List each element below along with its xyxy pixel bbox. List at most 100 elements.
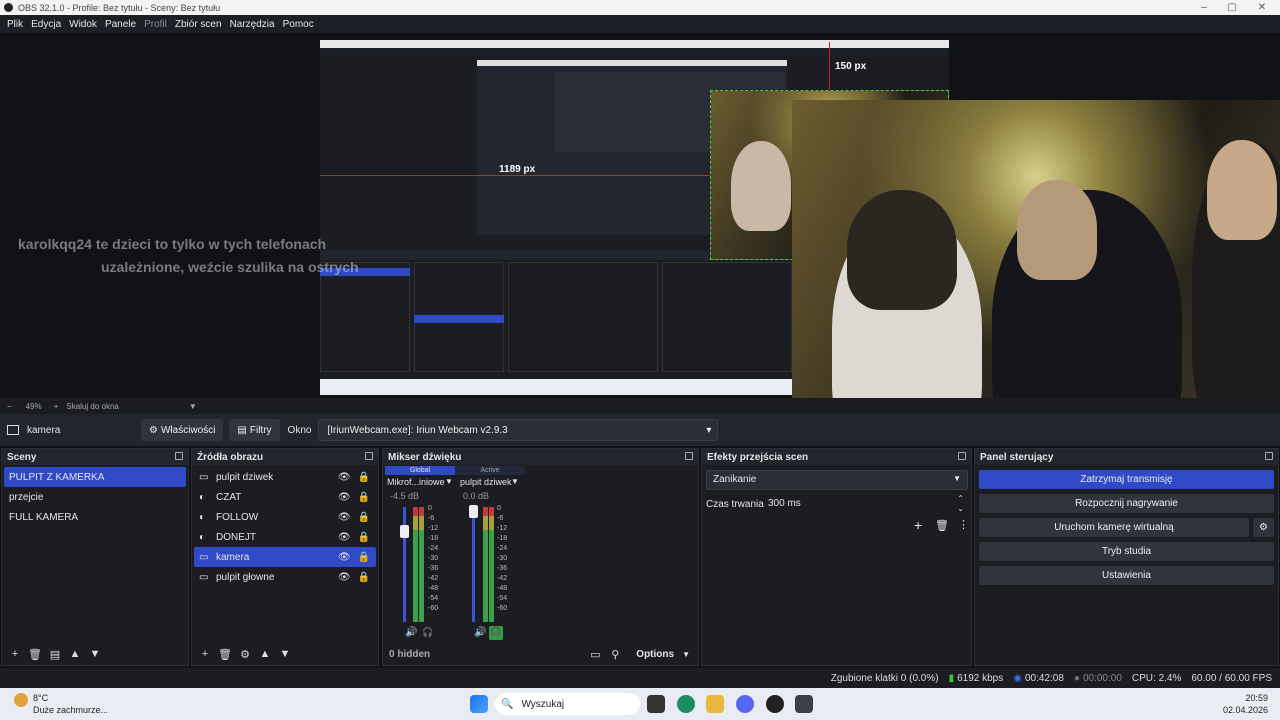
scale-mode[interactable]: Skaluj do okna <box>66 402 118 411</box>
meter-scale: 0 -6 -12 -18 -24 -30 -36 -42 -48 -54 -60 <box>497 505 508 612</box>
lock-icon[interactable]: 🔒 <box>358 552 370 563</box>
eye-icon[interactable]: 👁 <box>338 532 351 543</box>
source-item[interactable]: ▭ pulpit dziwek 👁 🔒 <box>194 467 376 487</box>
link-icon[interactable]: ⚲ <box>608 647 622 661</box>
source-item[interactable]: ▭ kamera 👁 🔒 <box>194 547 376 567</box>
close-icon[interactable]: ✕ <box>1248 0 1276 15</box>
tab-active[interactable]: Active <box>455 466 525 475</box>
obs-app-icon[interactable] <box>766 695 784 713</box>
eye-icon[interactable]: 👁 <box>338 472 351 483</box>
discord-icon[interactable] <box>736 695 754 713</box>
guide-horizontal <box>320 175 710 176</box>
add-icon[interactable]: + <box>198 647 212 661</box>
duration-input[interactable]: 300 ms ⌃ ⌄ <box>764 494 968 514</box>
eye-icon[interactable]: 👁 <box>338 512 351 523</box>
menu-widok[interactable]: Widok <box>65 19 101 30</box>
popout-icon[interactable] <box>175 452 183 460</box>
tab-global[interactable]: Global <box>385 466 455 475</box>
zoom-in-icon[interactable]: + <box>54 402 59 411</box>
popout-icon[interactable] <box>685 452 693 460</box>
record-icon: ● <box>1073 672 1080 684</box>
lock-icon[interactable]: 🔒 <box>358 572 370 583</box>
lock-icon[interactable]: 🔒 <box>358 492 370 503</box>
menu-edycja[interactable]: Edycja <box>27 19 65 30</box>
headphones-icon[interactable]: 🎧 <box>422 627 433 638</box>
eye-icon[interactable]: 👁 <box>338 572 351 583</box>
speaker-icon[interactable]: 🔊 <box>474 627 486 638</box>
windows-start-icon[interactable] <box>470 695 488 713</box>
weather-icon[interactable] <box>14 693 28 707</box>
search-box[interactable]: 🔍 Wyszukaj <box>495 693 640 715</box>
file-explorer-icon[interactable] <box>706 695 724 713</box>
filters-button[interactable]: ▤ Filtry <box>229 419 280 441</box>
chevron-down-icon[interactable]: ▼ <box>511 477 519 486</box>
headphones-icon[interactable]: 🎧 <box>489 626 503 640</box>
scene-item[interactable]: FULL KAMERA <box>4 507 186 527</box>
stepper-icon[interactable]: ⌃ ⌄ <box>957 494 964 514</box>
task-view-icon[interactable] <box>647 695 665 713</box>
studio-mode-button[interactable]: Tryb studia <box>979 542 1274 561</box>
source-item[interactable]: ▭ pulpit głowne 👁 🔒 <box>194 567 376 587</box>
layout-icon[interactable]: ▭ <box>588 647 602 661</box>
lock-icon[interactable]: 🔒 <box>358 532 370 543</box>
eye-icon[interactable]: 👁 <box>338 552 351 563</box>
virtual-camera-button[interactable]: Uruchom kamerę wirtualną <box>979 518 1249 537</box>
scene-item[interactable]: PULPIT Z KAMERKA <box>4 467 186 487</box>
obs-logo-icon <box>4 3 13 12</box>
lock-icon[interactable]: 🔒 <box>358 472 370 483</box>
popout-icon[interactable] <box>1265 452 1273 460</box>
popout-icon[interactable] <box>365 452 373 460</box>
source-item[interactable]: ◐ FOLLOW 👁 🔒 <box>194 507 376 527</box>
bitrate: 6192 kbps <box>957 672 1004 684</box>
start-recording-button[interactable]: Rozpocznij nagrywanie <box>979 494 1274 513</box>
menu-zbior-scen[interactable]: Zbiór scen <box>171 19 226 30</box>
channel2-volume-slider[interactable] <box>472 507 475 622</box>
chevron-down-icon[interactable]: ▼ <box>278 647 292 661</box>
trash-icon[interactable]: 🗑 <box>28 647 42 661</box>
add-icon[interactable]: + <box>8 647 22 661</box>
popout-icon[interactable] <box>958 452 966 460</box>
scale-dropdown-icon[interactable]: ▼ <box>189 402 197 411</box>
settings-button[interactable]: Ustawienia <box>979 566 1274 585</box>
maximize-icon[interactable]: ▢ <box>1218 0 1246 15</box>
filter-icon[interactable]: ▤ <box>48 647 62 661</box>
trash-icon[interactable]: 🗑 <box>935 519 949 532</box>
window-select[interactable]: [IriunWebcam.exe]: Iriun Webcam v2.9.3 ▾ <box>318 419 719 441</box>
menu-plik[interactable]: Plik <box>3 19 27 30</box>
properties-button[interactable]: ⚙ Właściwości <box>141 419 224 441</box>
edge-icon[interactable] <box>677 695 695 713</box>
stop-streaming-button[interactable]: Zatrzymaj transmisję <box>979 470 1274 489</box>
chevron-up-icon[interactable]: ▲ <box>258 647 272 661</box>
scene-item[interactable]: przejcie <box>4 487 186 507</box>
camera-source[interactable] <box>792 100 1280 398</box>
channel2-volume-handle[interactable] <box>469 505 478 518</box>
gear-icon[interactable]: ⚙ <box>238 647 252 661</box>
monitor-icon: ▭ <box>199 571 209 583</box>
more-icon[interactable]: ⋮ <box>958 518 969 531</box>
menu-panele[interactable]: Panele <box>101 19 140 30</box>
channel1-volume-handle[interactable] <box>400 525 409 538</box>
menu-narzedzia[interactable]: Narzędzia <box>226 19 279 30</box>
lock-icon[interactable]: 🔒 <box>358 512 370 523</box>
hidden-count: 0 hidden <box>389 648 431 660</box>
eye-icon[interactable]: 👁 <box>338 492 351 503</box>
chevron-down-icon[interactable]: ▼ <box>445 477 453 486</box>
chevron-down-icon[interactable]: ▼ <box>682 650 690 659</box>
add-icon[interactable]: + <box>914 517 922 533</box>
source-item[interactable]: ◐ CZAT 👁 🔒 <box>194 487 376 507</box>
gear-icon[interactable]: ⚙ <box>1253 518 1274 537</box>
preview-canvas[interactable]: karolkqq24 te dzieci to tylko w tych tel… <box>0 33 1280 398</box>
trash-icon[interactable]: 🗑 <box>218 647 232 661</box>
transition-select[interactable]: Zanikanie ▼ <box>706 470 968 490</box>
cpu-usage: CPU: 2.4% <box>1131 672 1182 684</box>
app-icon[interactable] <box>795 695 813 713</box>
menu-pomoc[interactable]: Pomoc <box>279 19 318 30</box>
chevron-up-icon[interactable]: ▲ <box>68 647 82 661</box>
menu-profil[interactable]: Profil <box>140 19 171 30</box>
minimize-icon[interactable]: – <box>1190 0 1218 15</box>
zoom-out-icon[interactable]: − <box>7 402 12 411</box>
source-item[interactable]: ◐ DONEJT 👁 🔒 <box>194 527 376 547</box>
chevron-down-icon[interactable]: ▼ <box>88 647 102 661</box>
options-button[interactable]: Options <box>636 649 674 660</box>
speaker-icon[interactable]: 🔊 <box>405 627 417 638</box>
